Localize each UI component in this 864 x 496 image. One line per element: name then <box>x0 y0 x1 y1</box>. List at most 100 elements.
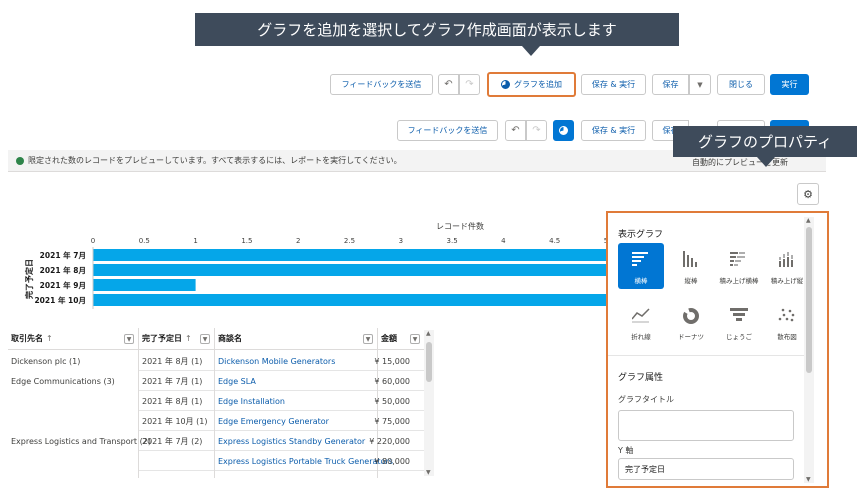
redo-button[interactable]: ↷ <box>459 74 480 95</box>
undo-button-2[interactable]: ↶ <box>505 120 526 141</box>
chart-icon <box>559 126 568 135</box>
save-run-button[interactable]: 保存 & 実行 <box>581 74 646 95</box>
bar <box>93 264 606 276</box>
scroll-up-icon[interactable]: ▲ <box>426 330 431 337</box>
callout-properties-arrow <box>757 157 775 167</box>
feedback-button-2[interactable]: フィードバックを送信 <box>397 120 498 141</box>
table-cell-opp[interactable]: Dickenson Mobile Generators <box>215 351 377 371</box>
stacked-horizontal-bar-icon <box>730 252 745 266</box>
preview-notice-text: 限定された数のレコードをプレビューしています。すべて表示するには、レポートを実行… <box>28 156 402 165</box>
table-scrollbar[interactable]: ▲ ▼ <box>424 330 434 476</box>
y-tick-label: 2021 年 7月 <box>40 250 86 260</box>
scroll-down-icon[interactable]: ▼ <box>426 469 431 476</box>
table-cell-opp[interactable]: Edge SLA <box>215 371 377 391</box>
table-cell-opp[interactable]: Edge Installation <box>215 391 377 411</box>
scroll-up-icon[interactable]: ▲ <box>806 217 811 224</box>
y-axis-select[interactable]: 完了予定日 <box>618 458 794 480</box>
feedback-button[interactable]: フィードバックを送信 <box>330 74 433 95</box>
chart-type-label: 積み上げ縦 <box>770 277 804 285</box>
chart-type-donut[interactable]: ドーナツ <box>668 299 714 345</box>
panel-scrollbar[interactable]: ▲ ▼ <box>804 217 814 483</box>
vertical-bar-icon <box>683 251 697 267</box>
table-cell-amount: ¥ 50,000 <box>374 396 410 406</box>
scroll-thumb[interactable] <box>806 227 812 373</box>
y-axis-title: 完了予定日 <box>24 259 34 299</box>
callout-add-chart: グラフを追加を選択してグラフ作成画面が表示します <box>195 13 679 46</box>
x-tick-label: 4.5 <box>549 237 560 245</box>
donut-chart-icon <box>683 308 699 324</box>
chart-toggle-button[interactable] <box>553 120 574 141</box>
col-header-close-date[interactable]: 完了予定日 ↑ ▼ <box>139 328 214 350</box>
chart-type-label: ドーナツ <box>678 333 704 341</box>
row-divider <box>215 470 377 471</box>
chart-properties-panel: 表示グラフ 横棒 縦棒 積み上げ横棒 積み上げ縦 折れ線 ドーナツ じょうご 散… <box>606 211 829 488</box>
scroll-down-icon[interactable]: ▼ <box>806 476 811 483</box>
table-cell-amount: ¥ 75,000 <box>374 416 410 426</box>
chart-settings-gear-icon[interactable]: ⚙ <box>797 183 819 205</box>
x-tick-label: 2.5 <box>344 237 355 245</box>
col-header-account[interactable]: 取引先名 ↑ ▼ <box>8 328 138 350</box>
bar <box>93 294 606 306</box>
row-divider <box>139 470 214 471</box>
table-cell-amount: ¥ 60,000 <box>374 376 410 386</box>
table-cell-date: 2021 年 7月 (2) <box>142 436 203 446</box>
table-cell-account <box>8 451 138 471</box>
table-cell-opp[interactable]: Express Logistics Portable Truck Generat… <box>215 451 393 471</box>
table-cell-opp[interactable]: Edge Emergency Generator <box>215 411 377 431</box>
x-tick-label: 1 <box>193 237 197 245</box>
sort-asc-icon: ↑ <box>185 334 192 343</box>
x-tick-label: 0.5 <box>139 237 150 245</box>
close-button[interactable]: 閉じる <box>717 74 765 95</box>
chart-title-input[interactable] <box>618 410 794 441</box>
horizontal-bar-icon <box>632 252 648 266</box>
table-cell-amount: ¥ 15,000 <box>374 356 410 366</box>
chart-type-vertical-bar[interactable]: 縦棒 <box>668 243 714 289</box>
y-axis-label: Y 軸 <box>618 446 634 455</box>
chart-icon <box>501 80 510 89</box>
chart-type-label: 積み上げ横棒 <box>719 277 759 285</box>
callout-add-chart-arrow <box>522 46 540 56</box>
col-header-opportunity[interactable]: 商談名 ▼ <box>215 328 377 350</box>
x-tick-label: 3.5 <box>447 237 458 245</box>
chart-type-label: 散布図 <box>777 333 797 341</box>
column-menu-icon[interactable]: ▼ <box>410 334 420 344</box>
chart-type-stacked-horizontal-bar[interactable]: 積み上げ横棒 <box>716 243 762 289</box>
chart-attributes-title: グラフ属性 <box>618 373 664 383</box>
redo-button-2[interactable]: ↷ <box>526 120 547 141</box>
x-tick-label: 1.5 <box>241 237 252 245</box>
y-tick-label: 2021 年 8月 <box>40 265 86 275</box>
table-cell-date <box>139 451 214 471</box>
undo-button[interactable]: ↶ <box>438 74 459 95</box>
save-button[interactable]: 保存 <box>652 74 689 95</box>
chart-type-line[interactable]: 折れ線 <box>618 299 664 345</box>
chart-title-label: グラフタイトル <box>618 395 674 404</box>
bar <box>93 279 196 291</box>
column-menu-icon[interactable]: ▼ <box>363 334 373 344</box>
chart-type-funnel[interactable]: じょうご <box>716 299 762 345</box>
table-cell-opp[interactable]: Express Logistics Standby Generator <box>215 431 377 451</box>
col-header-amount-label: 金額 <box>381 334 397 343</box>
col-header-opportunity-label: 商談名 <box>218 334 242 343</box>
row-divider <box>378 470 424 471</box>
table-cell-account: Express Logistics and Transport (2) <box>11 436 151 446</box>
save-dropdown-button[interactable]: ▼ <box>689 74 711 95</box>
y-tick-label: 2021 年 9月 <box>40 280 86 290</box>
save-run-button-2[interactable]: 保存 & 実行 <box>581 120 646 141</box>
chart-type-title: 表示グラフ <box>618 230 664 240</box>
column-menu-icon[interactable]: ▼ <box>200 334 210 344</box>
callout-properties: グラフのプロパティ <box>673 126 857 157</box>
x-tick-label: 0 <box>91 237 95 245</box>
chart-type-label: 横棒 <box>634 277 648 285</box>
col-header-close-date-label: 完了予定日 <box>142 334 182 343</box>
scatter-chart-icon <box>778 308 795 322</box>
chart-type-label: 縦棒 <box>684 277 698 285</box>
col-header-amount[interactable]: 金額 ▼ <box>378 328 424 350</box>
scroll-thumb[interactable] <box>426 342 432 382</box>
run-button[interactable]: 実行 <box>770 74 809 95</box>
chart-type-horizontal-bar[interactable]: 横棒 <box>618 243 664 289</box>
stacked-vertical-bar-icon <box>779 252 793 267</box>
funnel-chart-icon <box>730 308 748 321</box>
column-menu-icon[interactable]: ▼ <box>124 334 134 344</box>
add-chart-button[interactable]: グラフを追加 <box>487 72 576 97</box>
table-cell-date: 2021 年 8月 (1) <box>142 356 203 366</box>
